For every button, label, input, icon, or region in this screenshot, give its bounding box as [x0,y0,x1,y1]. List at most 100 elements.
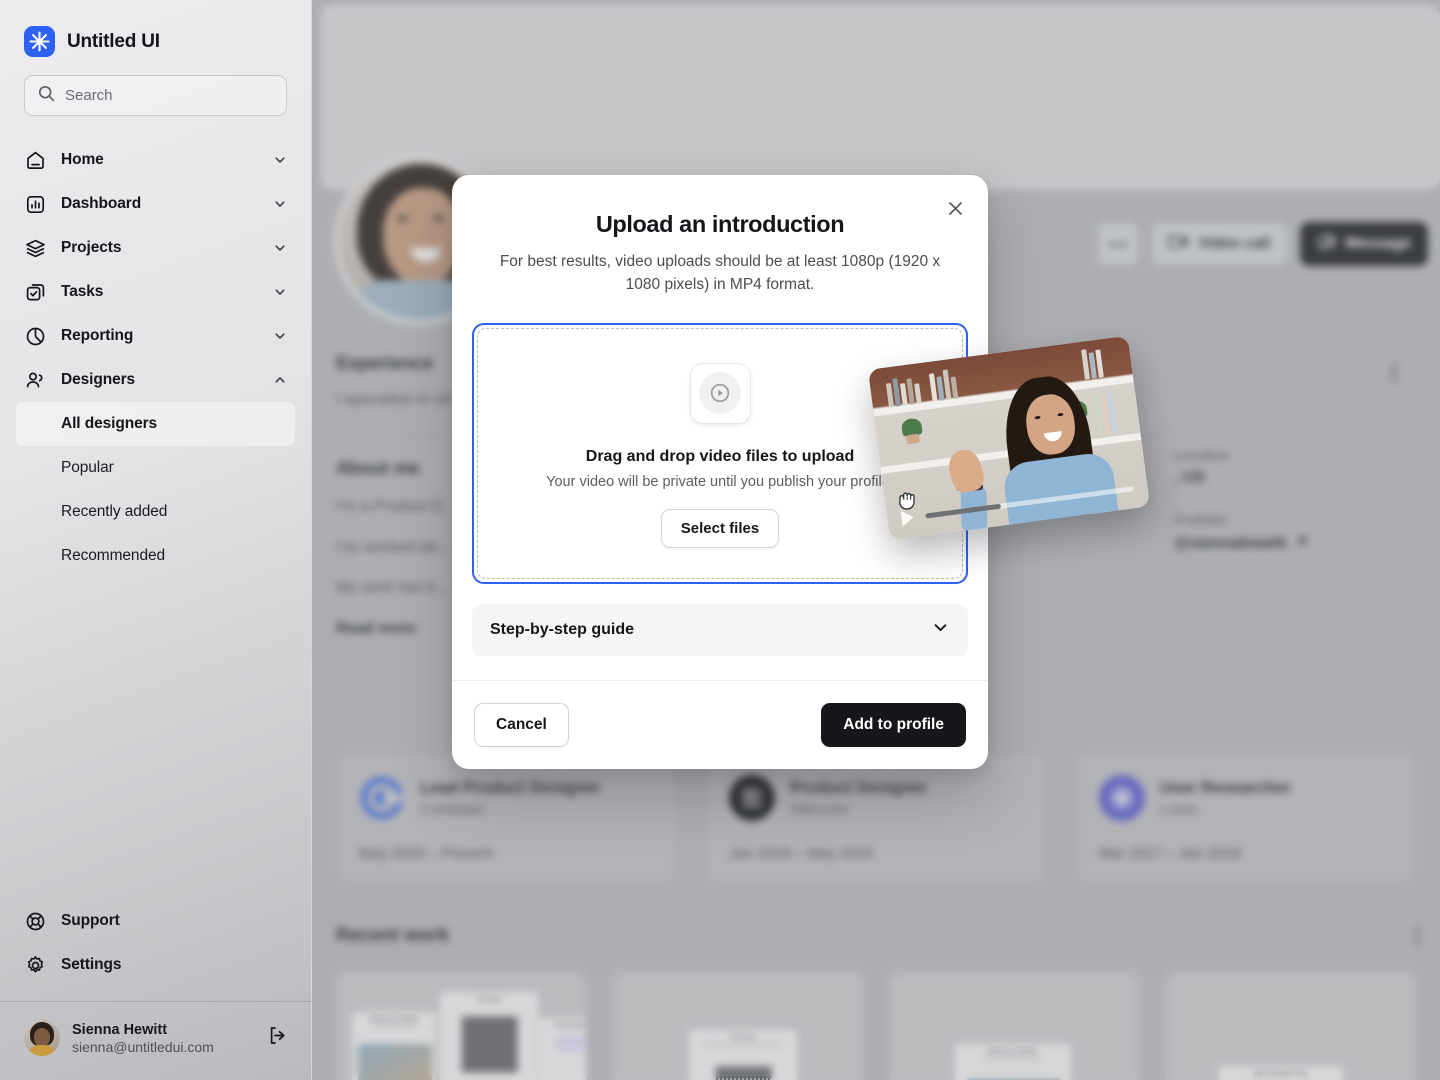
coinbase-logo-icon [359,775,405,821]
sidebar-subitem-label: All designers [61,415,157,433]
mini-subtitle: Scan this image below with your 2FA auth… [689,1043,797,1047]
sidebar-item-popular[interactable]: Popular [16,446,295,490]
loom-logo-icon [1099,775,1145,821]
user-name: Sienna Hewitt [72,1022,255,1038]
chevron-down-icon[interactable] [273,285,287,299]
sidebar-item-dashboard[interactable]: Dashboard [16,182,295,226]
work-thumbnail[interactable]: Welcome to Untitled! Here's a few quick … [889,972,1140,1080]
sidebar-item-all-designers[interactable]: All designers [16,402,295,446]
modal-title: Upload an introduction [496,211,944,238]
recent-work-header: Recent work [336,925,1416,947]
experience-card: Product Designer Intercom Jan 2018 – May… [706,752,1046,883]
sidebar-item-recommended[interactable]: Recommended [16,534,295,578]
step-by-step-guide-accordion[interactable]: Step-by-step guide [472,604,968,656]
work-thumbnail[interactable]: 2FA setup Scan this image below with you… [612,972,863,1080]
sidebar-item-settings[interactable]: Settings [16,943,296,987]
mini-title: 2FA setup [440,997,538,1003]
logout-icon[interactable] [267,1025,288,1051]
code-digit: 0 [579,1037,588,1050]
mini-title: Welcome to Untitled [352,1017,436,1023]
message-bubble-icon [1317,233,1337,256]
dropzone-subtitle: Your video will be private until you pub… [498,474,942,490]
experience-role: Lead Product Designer [420,779,601,798]
chevron-down-icon[interactable] [273,153,287,167]
sidebar-item-tasks[interactable]: Tasks [16,270,295,314]
experience-cards: Lead Product Designer Coinbase May 2020 … [336,752,1416,883]
sidebar-item-label: Settings [61,956,288,974]
app-root: Video call Message Experience I speciali… [0,0,1440,1080]
sidebar-item-recently-added[interactable]: Recently added [16,490,295,534]
message-button[interactable]: Message [1300,222,1428,266]
work-thumbnail[interactable]: Welcome to Untitled Get started with the… [336,972,587,1080]
experience-menu-button[interactable] [1392,364,1396,382]
chevron-down-icon[interactable] [931,618,950,642]
select-files-button[interactable]: Select files [661,509,779,548]
pie-chart-icon [24,325,46,347]
recent-work-menu-button[interactable] [1416,927,1420,945]
cancel-button[interactable]: Cancel [474,703,569,747]
external-link-icon [1294,534,1309,554]
sidebar-item-label: Designers [61,371,258,389]
chevron-down-icon[interactable] [273,197,287,211]
sidebar-item-designers[interactable]: Designers [16,358,295,402]
users-icon [24,369,46,391]
video-camera-icon [1168,234,1189,254]
contact-value[interactable]: @siennahewitt [1174,534,1436,554]
sidebar-item-label: Home [61,151,258,169]
profile-cover-banner [320,4,1440,190]
recent-work-heading: Recent work [336,925,1416,947]
contact-item: Location , US [1174,448,1436,489]
experience-company: Loom [1160,801,1291,818]
experience-dates: Mar 2017 – Jan 2018 [1099,845,1393,862]
sidebar-subitem-label: Popular [61,459,114,477]
experience-role: Product Designer [790,779,928,798]
sidebar-user[interactable]: Sienna Hewitt sienna@untitledui.com [16,1014,296,1062]
work-thumbnail[interactable]: Enter verification code Enter the 6-digi… [1165,972,1416,1080]
brand[interactable]: Untitled UI [0,0,311,57]
experience-role: User Researcher [1160,779,1291,798]
search-input[interactable] [65,87,273,104]
mini-title: Enter verification code [538,1023,587,1029]
read-more-link[interactable]: Read more [336,620,416,638]
modal-footer: Cancel Add to profile [452,680,988,769]
search-container [0,57,311,116]
sidebar-item-label: Tasks [61,283,258,301]
home-icon [24,149,46,171]
sidebar-item-label: Support [61,912,288,930]
asterisk-logo-icon [24,26,55,57]
mini-title: Welcome to Untitled! [955,1049,1071,1055]
sidebar-item-reporting[interactable]: Reporting [16,314,295,358]
close-icon[interactable] [938,191,972,225]
mini-title: Enter verification code [1219,1071,1343,1077]
chevron-down-icon[interactable] [273,329,287,343]
search-box[interactable] [24,75,287,116]
experience-dates: May 2020 – Present [359,845,653,862]
portfolio-link: @siennahewitt [1174,535,1287,553]
sidebar-divider [0,1001,312,1002]
sidebar-item-label: Dashboard [61,195,258,213]
sidebar-item-label: Reporting [61,327,258,345]
bar-chart-icon [24,193,46,215]
chevron-up-icon[interactable] [273,373,287,387]
recent-work-thumbnails: Welcome to Untitled Get started with the… [336,972,1416,1080]
sidebar-footer: Support Settings Sienna Hewitt sienna@un… [0,899,312,1080]
chevron-down-icon[interactable] [273,241,287,255]
mini-subtitle: Get started with the basics [352,1025,436,1029]
sidebar-item-projects[interactable]: Projects [16,226,295,270]
avatar [24,1020,60,1056]
checkbox-stack-icon [24,281,46,303]
dropzone-title: Drag and drop video files to upload [498,448,942,466]
profile-actions: Video call Message [1097,222,1428,266]
sidebar-item-home[interactable]: Home [16,138,295,182]
more-options-button[interactable] [1097,222,1139,266]
user-email: sienna@untitledui.com [72,1039,255,1055]
modal-subtitle: For best results, video uploads should b… [496,250,944,297]
experience-company: Coinbase [420,801,601,818]
video-call-button[interactable]: Video call [1151,222,1287,266]
add-to-profile-button[interactable]: Add to profile [821,703,966,747]
modal-header: Upload an introduction For best results,… [452,175,988,297]
code-digit: 6 [568,1037,577,1050]
message-label: Message [1346,235,1411,253]
sidebar-item-support[interactable]: Support [16,899,296,943]
intercom-logo-icon [729,775,775,821]
